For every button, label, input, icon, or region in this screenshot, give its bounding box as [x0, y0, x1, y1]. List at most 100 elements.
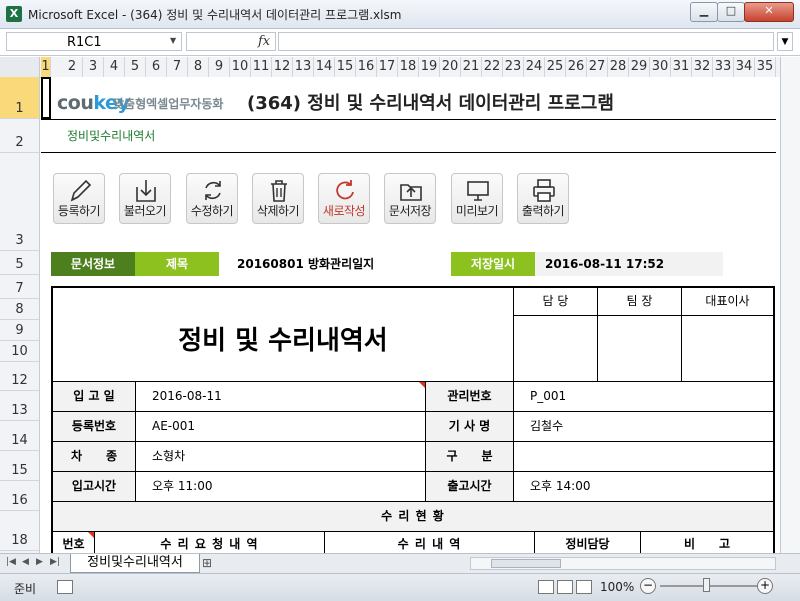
column-header-cell[interactable]: 27 [587, 57, 608, 77]
vehicle-value[interactable]: 소형차 [136, 442, 426, 472]
excel-app-icon[interactable]: X [6, 6, 22, 22]
column-header-cell[interactable]: 2 [62, 57, 83, 77]
page-layout-icon[interactable] [557, 580, 573, 594]
load-button[interactable]: 불러오기 [119, 173, 171, 224]
column-header-cell[interactable]: 14 [314, 57, 335, 77]
zoom-in-button[interactable]: + [757, 578, 773, 594]
column-header-cell[interactable]: 21 [461, 57, 482, 77]
column-header-cell[interactable]: 25 [545, 57, 566, 77]
horizontal-scrollbar[interactable] [470, 557, 776, 570]
column-header-cell[interactable]: 19 [419, 57, 440, 77]
column-header-cell[interactable]: 12 [272, 57, 293, 77]
column-header-cell[interactable]: 6 [146, 57, 167, 77]
maximize-button[interactable]: □ [717, 2, 745, 22]
column-header-cell[interactable]: 10 [230, 57, 251, 77]
column-header-cell[interactable]: 20 [440, 57, 461, 77]
chevron-down-icon[interactable]: ▼ [170, 36, 176, 45]
close-button[interactable]: ✕ [744, 2, 794, 22]
next-sheet-icon[interactable]: ▶ [36, 557, 43, 567]
active-cell[interactable] [41, 77, 51, 119]
tab-sheet-active[interactable]: 정비및수리내역서 [70, 554, 200, 573]
column-header-cell[interactable]: 22 [482, 57, 503, 77]
row-header-cell[interactable]: 5 [0, 251, 39, 275]
column-header-cell[interactable]: 9 [209, 57, 230, 77]
page-break-icon[interactable] [576, 580, 592, 594]
reg-no-value[interactable]: AE-001 [136, 412, 426, 442]
vertical-scrollbar[interactable] [780, 57, 800, 553]
print-button[interactable]: 출력하기 [517, 173, 569, 224]
row-header-cell[interactable]: 13 [0, 391, 39, 421]
column-header-cell[interactable]: 11 [251, 57, 272, 77]
column-header-cell[interactable]: 7 [167, 57, 188, 77]
column-header-cell[interactable]: 28 [608, 57, 629, 77]
subject-value[interactable]: 20160801 방화관리일지 [227, 252, 447, 276]
column-header-cell[interactable]: 32 [692, 57, 713, 77]
row-header-cell[interactable]: 9 [0, 320, 39, 341]
row-header-cell[interactable]: 16 [0, 481, 39, 511]
in-date-value[interactable]: 2016-08-11 [136, 382, 426, 412]
row-header-cell[interactable]: 7 [0, 275, 39, 299]
expand-formula-icon[interactable]: ▼ [777, 32, 793, 51]
column-header-cell[interactable]: 24 [524, 57, 545, 77]
column-header-cell[interactable]: 5 [125, 57, 146, 77]
column-header-cell[interactable]: 4 [104, 57, 125, 77]
zoom-out-button[interactable]: − [640, 578, 656, 594]
mgmt-no-value[interactable]: P_001 [514, 382, 773, 412]
row-header-cell[interactable]: 10 [0, 341, 39, 362]
out-time-value[interactable]: 오후 14:00 [514, 472, 773, 502]
normal-view-icon[interactable] [538, 580, 554, 594]
in-time-value[interactable]: 오후 11:00 [136, 472, 426, 502]
driver-value[interactable]: 김철수 [514, 412, 773, 442]
formula-input[interactable] [278, 32, 774, 51]
column-header-cell[interactable]: 33 [713, 57, 734, 77]
zoom-level[interactable]: 100% [600, 580, 634, 594]
column-header-cell[interactable]: 8 [188, 57, 209, 77]
select-all-corner[interactable] [0, 57, 40, 77]
row-header-cell[interactable]: 8 [0, 299, 39, 320]
approval-sign-ceo[interactable] [682, 316, 773, 382]
column-header-cell[interactable]: 30 [650, 57, 671, 77]
minimize-button[interactable]: ▁ [690, 2, 718, 22]
row-header-cell[interactable]: 12 [0, 362, 39, 391]
insert-function-icon[interactable]: fx [258, 34, 270, 49]
last-sheet-icon[interactable]: ▶| [50, 557, 60, 567]
new-button[interactable]: 새로작성 [318, 173, 370, 224]
edit-button[interactable]: 수정하기 [186, 173, 238, 224]
column-header-cell[interactable]: 34 [734, 57, 755, 77]
insert-sheet-icon[interactable]: ⊞ [202, 556, 212, 570]
name-box[interactable]: R1C1 [6, 32, 182, 51]
column-header-cell[interactable]: 35 [755, 57, 776, 77]
approval-sign-team-lead[interactable] [598, 316, 682, 382]
approval-sign-staff[interactable] [514, 316, 598, 382]
printer-icon [533, 179, 555, 202]
column-header-cell[interactable]: 16 [356, 57, 377, 77]
row-header-cell[interactable]: 3 [0, 153, 39, 251]
preview-button[interactable]: 미리보기 [451, 173, 503, 224]
column-header-cell[interactable]: 3 [83, 57, 104, 77]
column-header-cell[interactable]: 15 [335, 57, 356, 77]
row-header-cell[interactable]: 14 [0, 421, 39, 451]
delete-button[interactable]: 삭제하기 [252, 173, 304, 224]
saved-value[interactable]: 2016-08-11 17:52 [535, 252, 723, 276]
row-header-cell[interactable]: 2 [0, 119, 39, 153]
zoom-slider-thumb[interactable] [703, 578, 710, 592]
column-header-cell[interactable]: 13 [293, 57, 314, 77]
scroll-thumb[interactable] [491, 559, 561, 568]
column-header-cell[interactable]: 31 [671, 57, 692, 77]
macro-record-icon[interactable] [57, 580, 73, 594]
category-value[interactable] [514, 442, 773, 472]
save-doc-label: 문서저장 [388, 204, 432, 218]
row-header-cell[interactable]: 15 [0, 451, 39, 481]
prev-sheet-icon[interactable]: ◀ [22, 557, 29, 567]
row-header-cell[interactable]: 1 [0, 77, 39, 119]
column-header-cell[interactable]: 23 [503, 57, 524, 77]
column-header-cell[interactable]: 17 [377, 57, 398, 77]
column-header-cell[interactable]: 29 [629, 57, 650, 77]
column-header-cell[interactable]: 18 [398, 57, 419, 77]
register-button[interactable]: 등록하기 [53, 173, 105, 224]
row-header-cell[interactable]: 18 [0, 511, 39, 551]
column-header-cell[interactable]: 1 [41, 57, 51, 77]
column-header-cell[interactable]: 26 [566, 57, 587, 77]
first-sheet-icon[interactable]: |◀ [6, 557, 16, 567]
save-doc-button[interactable]: 문서저장 [384, 173, 436, 224]
